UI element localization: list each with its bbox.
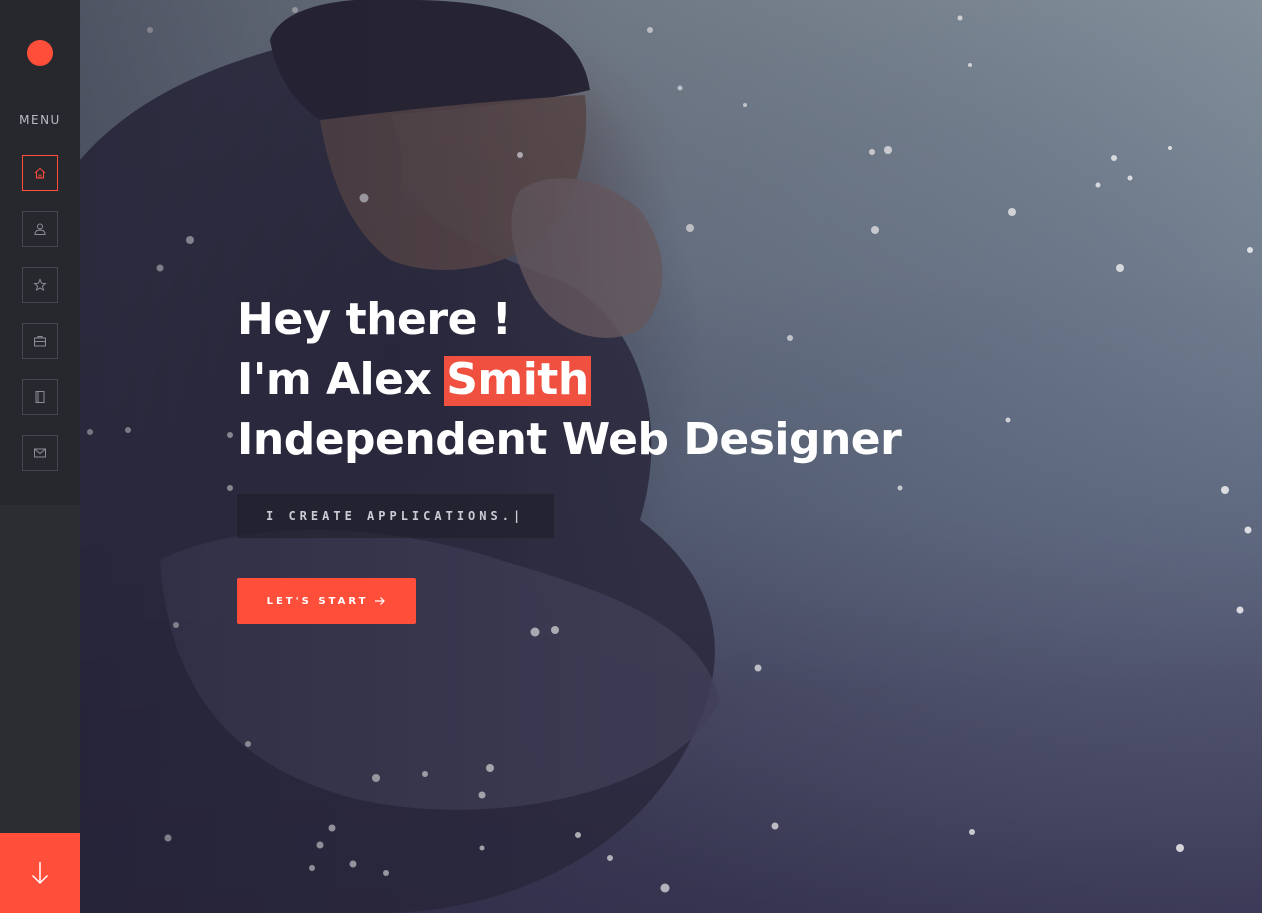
typed-tagline: I CREATE APPLICATIONS.| bbox=[237, 494, 554, 538]
page: Hey there ! I'm Alex Smith Independent W… bbox=[0, 0, 1262, 913]
sidebar-item-blog[interactable] bbox=[22, 379, 58, 415]
sidebar: MENU bbox=[0, 0, 80, 913]
sidebar-item-contact[interactable] bbox=[22, 435, 58, 471]
hero-name-highlight: Smith bbox=[444, 350, 592, 410]
user-icon bbox=[34, 223, 46, 235]
sidebar-item-portfolio[interactable] bbox=[22, 323, 58, 359]
briefcase-icon bbox=[34, 336, 46, 347]
arrow-down-icon bbox=[31, 862, 49, 885]
mail-icon bbox=[34, 448, 46, 458]
hero-name-prefix: I'm Alex bbox=[237, 354, 447, 405]
hero-greeting: Hey there ! bbox=[237, 294, 512, 345]
lets-start-label: LET'S START bbox=[266, 595, 369, 607]
menu-label: MENU bbox=[19, 113, 61, 127]
star-icon bbox=[33, 278, 47, 292]
sidebar-item-services[interactable] bbox=[22, 267, 58, 303]
hero-headline: Hey there ! I'm Alex Smith Independent W… bbox=[237, 290, 902, 470]
scroll-down-button[interactable] bbox=[0, 833, 80, 913]
sidebar-menu-panel: MENU bbox=[0, 0, 80, 505]
sidebar-item-home[interactable] bbox=[22, 155, 58, 191]
arrow-right-icon bbox=[375, 597, 386, 605]
typed-tagline-text: I CREATE APPLICATIONS.| bbox=[266, 509, 525, 523]
hero-role: Independent Web Designer bbox=[237, 414, 902, 465]
sidebar-item-about[interactable] bbox=[22, 211, 58, 247]
hero-name-line: I'm Alex Smith bbox=[237, 350, 901, 410]
logo-dot[interactable] bbox=[27, 40, 53, 66]
home-icon bbox=[34, 167, 46, 179]
book-icon bbox=[35, 391, 45, 403]
lets-start-button[interactable]: LET'S START bbox=[237, 578, 416, 624]
